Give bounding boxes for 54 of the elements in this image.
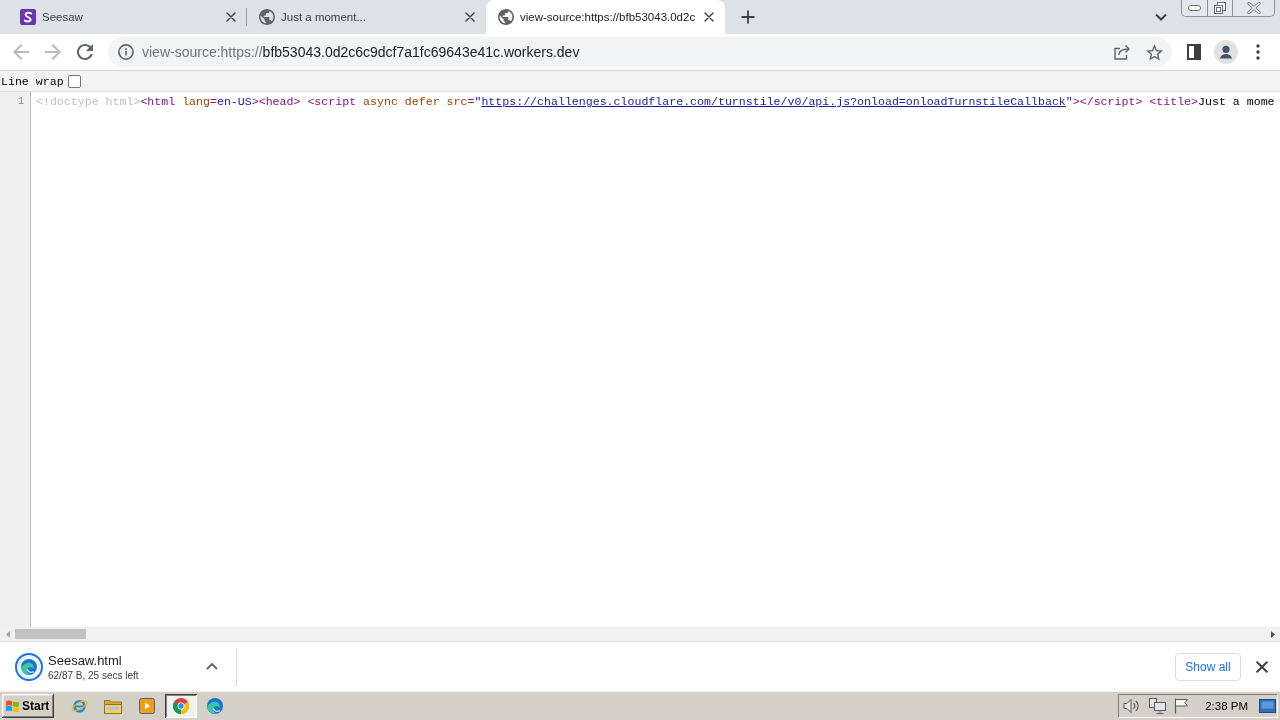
network-icon[interactable] <box>1149 698 1167 714</box>
show-desktop-button[interactable] <box>1259 699 1276 713</box>
caret-right-icon <box>1270 630 1275 638</box>
caret-left-icon <box>5 630 10 638</box>
folder-icon <box>104 698 122 714</box>
download-status: 62/87 B, 25 secs left <box>48 669 139 681</box>
reload-icon <box>77 44 93 60</box>
swirl-logo-icon <box>15 652 43 681</box>
download-file-name: Seesaw.html <box>48 652 122 668</box>
site-logo-icon <box>20 9 36 25</box>
browser-tab[interactable]: Just a moment... <box>247 0 486 34</box>
source-link[interactable]: https://challenges.cloudflare.com/turnstile/v0/api.js?onload=onloadTurnstileCallback <box>481 95 1066 108</box>
browser-tab[interactable]: Seesaw <box>8 0 247 34</box>
start-logo-icon <box>5 699 20 713</box>
menu-icon <box>1256 44 1260 60</box>
close-icon <box>465 12 475 22</box>
address-bar[interactable]: view-source:https://bfb53043.0d2c6c9dcf7a1fc69643e41c.workers.dev <box>108 37 1172 67</box>
desktop-icon <box>1259 699 1276 713</box>
globe-icon <box>498 9 514 25</box>
horizontal-scrollbar[interactable] <box>0 627 1280 641</box>
show-all-button[interactable]: Show all <box>1175 652 1241 681</box>
minimize-icon <box>1188 5 1201 11</box>
line-wrap-checkbox[interactable] <box>67 74 81 88</box>
speaker-icon[interactable] <box>1123 698 1142 714</box>
play-icon <box>139 698 155 714</box>
chevron-down-icon <box>1155 13 1167 21</box>
taskbar-app-button[interactable] <box>165 694 197 718</box>
clock[interactable]: 2:38 PM <box>1205 700 1248 712</box>
profile-button[interactable] <box>1212 38 1240 66</box>
restore-icon <box>1214 2 1226 14</box>
arrow-left-icon <box>13 44 29 60</box>
close-icon <box>1256 660 1268 673</box>
source-code-line: <!doctype html><html lang=en-US><head> <script async defer src="https://challenges.cloudflare.com/turnstile/v0/api.js?onload=onloadTurnstileCallback"></script> <title>Just a mome <box>36 94 1275 109</box>
avatar-icon <box>1214 40 1238 64</box>
line-number: 1 <box>18 95 24 109</box>
swirl-logo-icon <box>207 698 223 714</box>
info-icon[interactable] <box>118 44 134 60</box>
side-panel-icon <box>1187 44 1201 60</box>
line-wrap-label: Line wrap <box>1 74 64 88</box>
e-orbit-icon <box>70 698 88 714</box>
scrollbar-thumb[interactable] <box>15 629 86 639</box>
browser-tab[interactable]: view-source:https://bfb53043.0d2c <box>486 0 725 34</box>
flag-icon[interactable] <box>1174 698 1190 714</box>
star-icon <box>1145 43 1163 61</box>
globe-icon <box>259 9 275 25</box>
plus-icon <box>741 10 755 24</box>
close-icon <box>1246 2 1261 14</box>
close-icon <box>704 12 714 22</box>
share-icon <box>1114 44 1130 60</box>
caret-up-icon <box>206 663 218 670</box>
arrow-right-icon <box>45 44 61 60</box>
close-icon <box>226 12 236 22</box>
start-button[interactable]: Start <box>2 694 54 718</box>
wheel-logo-icon <box>173 698 189 714</box>
